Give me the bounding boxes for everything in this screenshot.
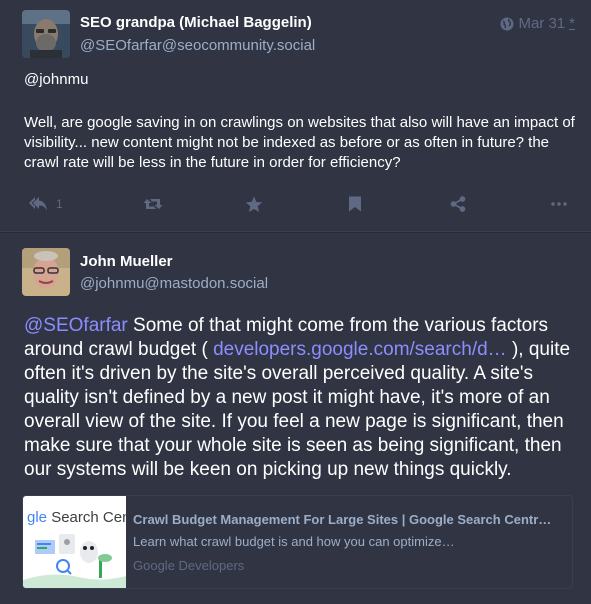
status-content: Well, are google saving in on crawlings … <box>24 114 575 171</box>
status-meta: Mar 31 * <box>500 15 575 32</box>
status-content: @SEOfarfar Some of that might come from … <box>24 314 579 482</box>
action-bar: 1 <box>0 188 591 220</box>
card-provider: Google Developers <box>133 558 245 573</box>
card-title[interactable]: Crawl Budget Management For Large Sites … <box>133 512 563 527</box>
reply-all-icon <box>29 197 47 211</box>
link-preview-card[interactable]: gle Search Cen Crawl Budget Management F… <box>22 495 573 589</box>
retweet-icon <box>143 199 163 209</box>
search-illustration <box>23 534 126 588</box>
avatar[interactable] <box>22 10 70 58</box>
url-link[interactable]: developers.google.com/search/d… <box>213 339 507 360</box>
reply-button[interactable]: 1 <box>28 194 63 214</box>
display-name[interactable]: SEO grandpa (Michael Baggelin) <box>80 14 312 31</box>
bookmark-icon <box>349 196 361 212</box>
reply-count: 1 <box>56 197 63 211</box>
avatar[interactable] <box>22 248 70 296</box>
star-icon <box>245 196 263 212</box>
display-name[interactable]: John Mueller <box>80 253 173 270</box>
more-button[interactable] <box>551 194 567 214</box>
content-text: ), quite often it's driven by the site's… <box>24 339 571 480</box>
globe-icon <box>500 17 514 31</box>
card-thumbnail: gle Search Cen <box>23 496 126 588</box>
share-icon <box>450 196 466 212</box>
bookmark-button[interactable] <box>348 194 362 214</box>
mention-text[interactable]: @johnmu <box>24 70 579 90</box>
mention-link[interactable]: @SEOfarfar <box>24 315 128 336</box>
share-button[interactable] <box>450 194 466 214</box>
status-date[interactable]: Mar 31 <box>518 15 565 32</box>
favourite-button[interactable] <box>245 194 263 214</box>
boost-button[interactable] <box>143 194 163 214</box>
edited-marker[interactable]: * <box>569 15 575 32</box>
thumbnail-text: gle Search Cen <box>27 509 126 526</box>
account-handle[interactable]: @johnmu@mastodon.social <box>80 275 268 292</box>
ellipsis-icon <box>551 202 567 206</box>
card-description: Learn what crawl budget is and how you c… <box>133 534 455 549</box>
account-handle[interactable]: @SEOfarfar@seocommunity.social <box>80 37 315 54</box>
